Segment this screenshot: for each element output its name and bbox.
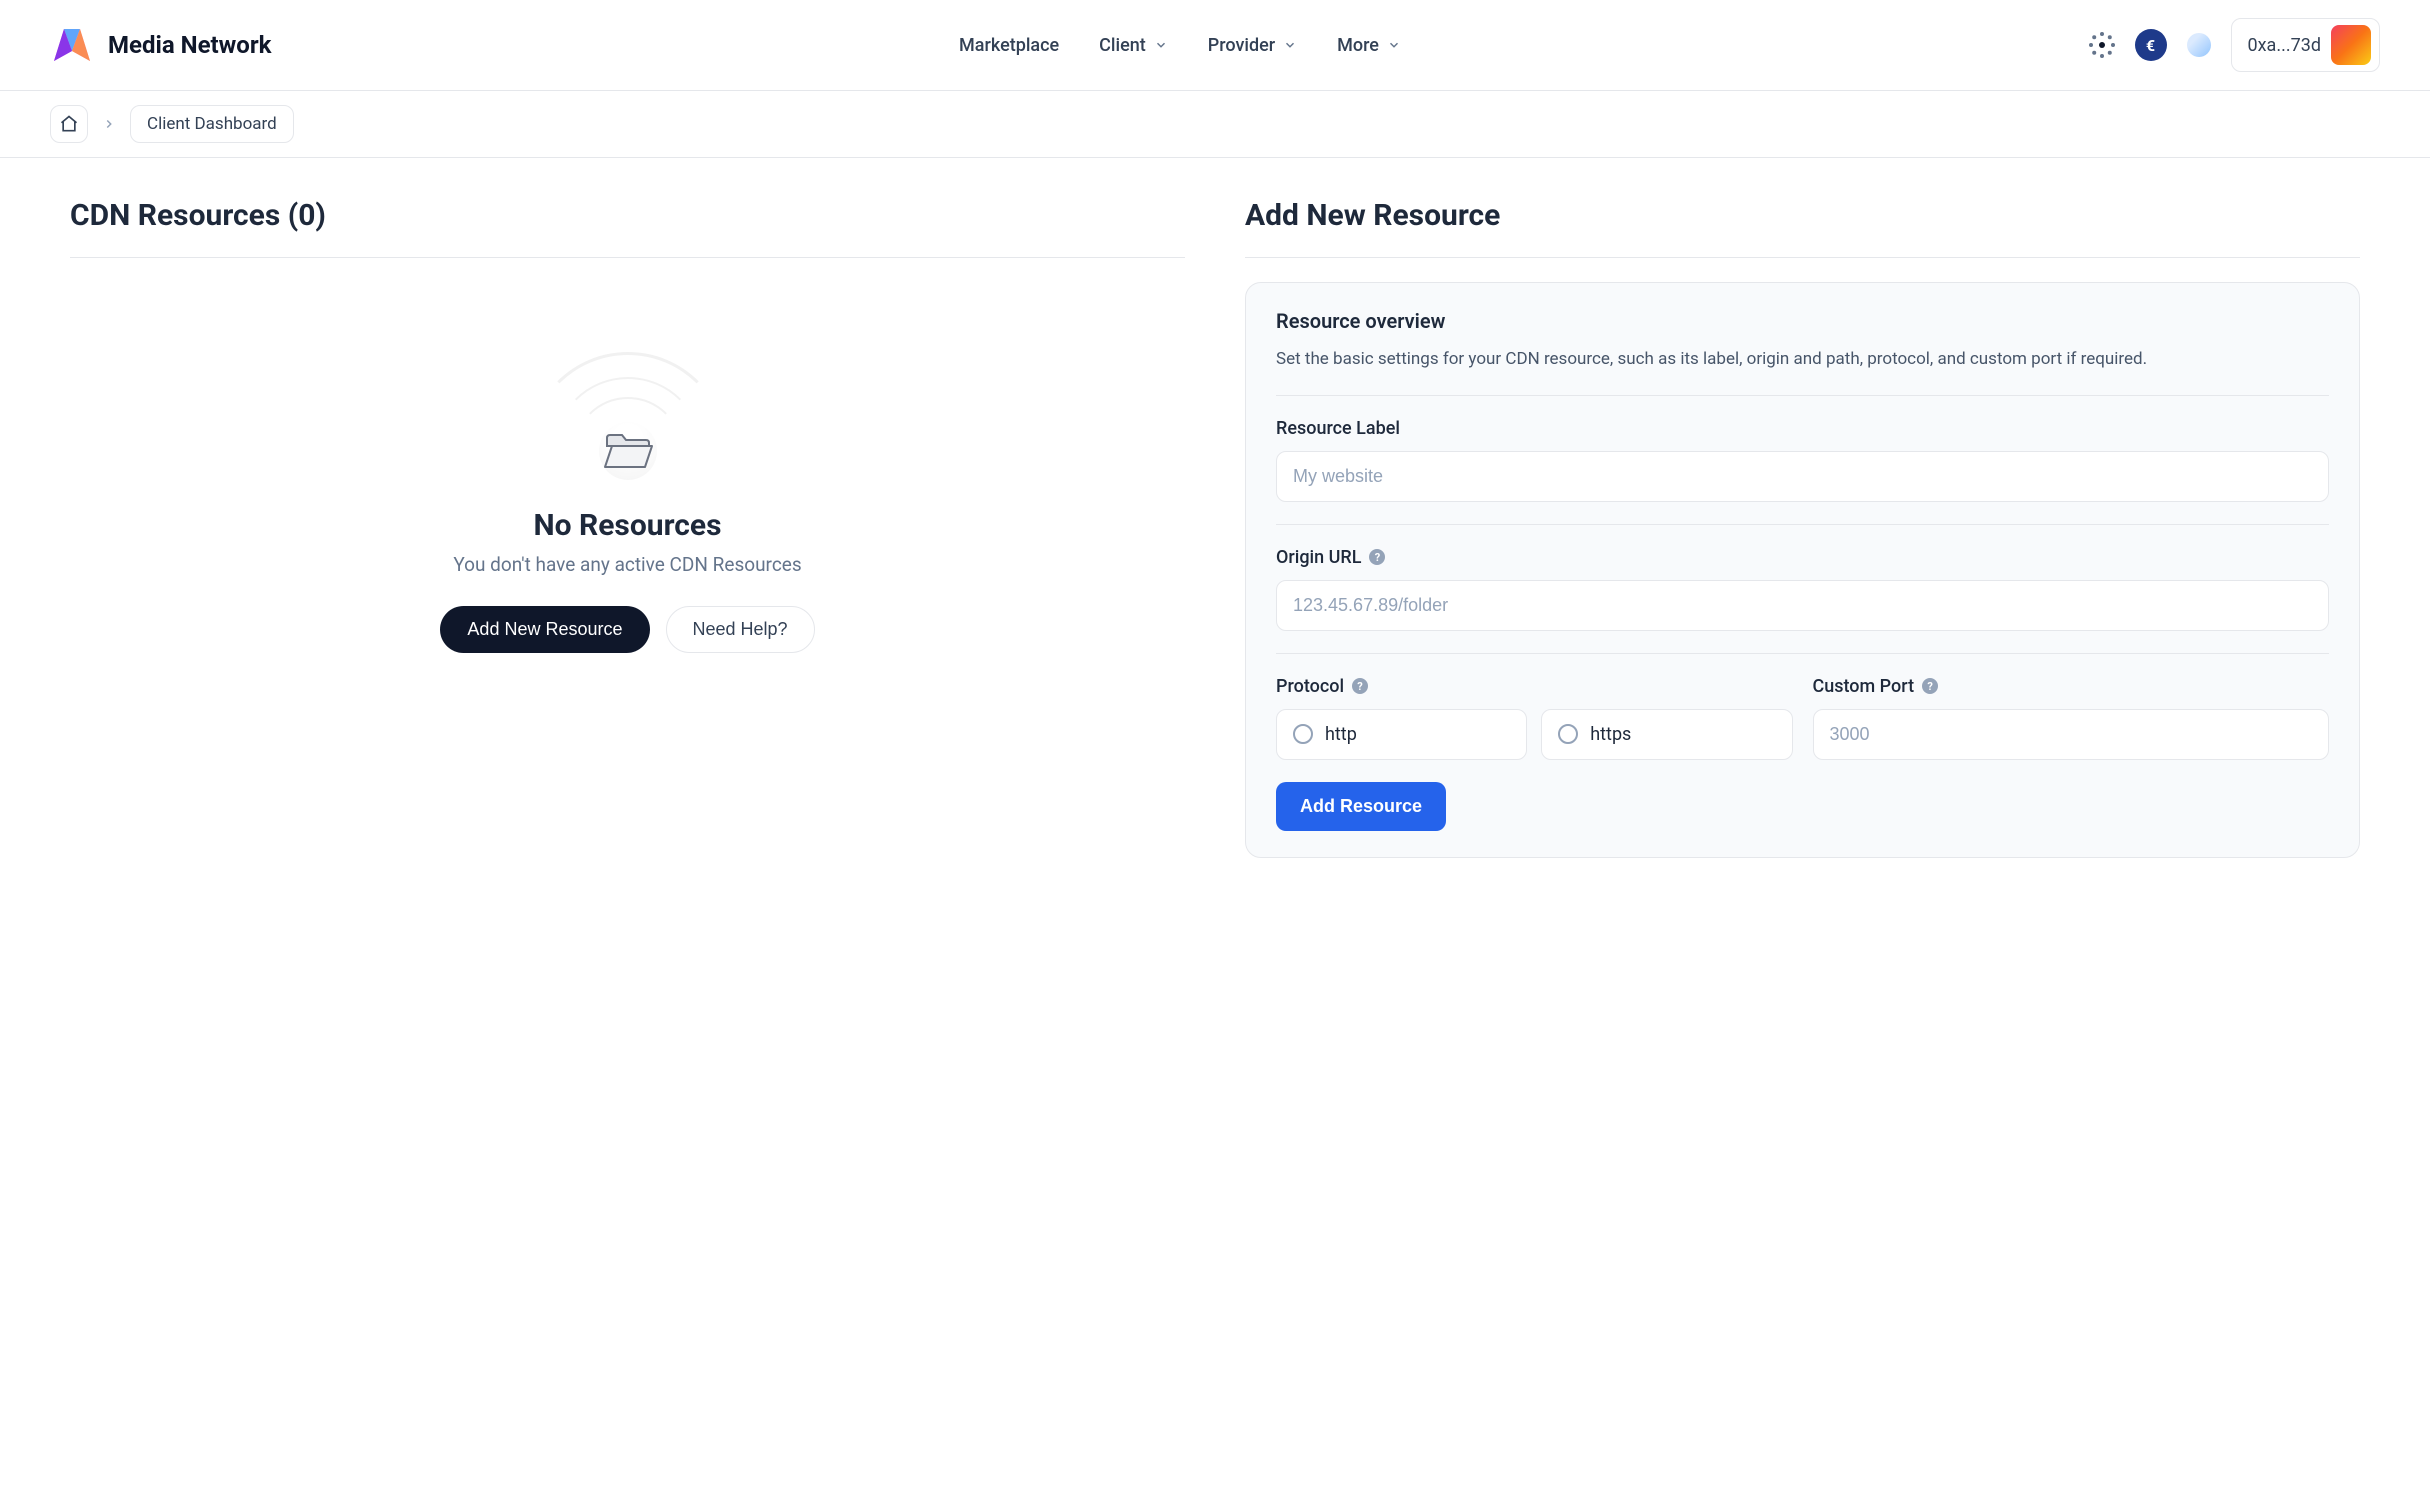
protocol-https-option[interactable]: https bbox=[1541, 709, 1792, 760]
app-header: Media Network Marketplace Client Provide… bbox=[0, 0, 2430, 91]
theme-toggle-icon[interactable] bbox=[2187, 33, 2211, 57]
custom-port-input[interactable] bbox=[1813, 709, 2330, 760]
protocol-label: Protocol ? bbox=[1276, 676, 1793, 697]
nav-client[interactable]: Client bbox=[1099, 35, 1168, 56]
logo-icon bbox=[50, 23, 94, 67]
nav-provider-label: Provider bbox=[1208, 35, 1275, 56]
help-icon[interactable]: ? bbox=[1369, 549, 1385, 565]
protocol-https-label: https bbox=[1590, 724, 1631, 745]
header-right: € 0xa...73d bbox=[2089, 18, 2380, 72]
help-icon[interactable]: ? bbox=[1352, 678, 1368, 694]
wallet-avatar bbox=[2331, 25, 2371, 65]
nav-client-label: Client bbox=[1099, 35, 1146, 56]
origin-url-input[interactable] bbox=[1276, 580, 2329, 631]
nav-marketplace-label: Marketplace bbox=[959, 35, 1059, 56]
radio-icon bbox=[1558, 724, 1578, 744]
header-left: Media Network bbox=[50, 23, 271, 67]
add-resource-title: Add New Resource bbox=[1245, 198, 2360, 258]
submit-add-resource-button[interactable]: Add Resource bbox=[1276, 782, 1446, 831]
protocol-port-row: Protocol ? http https bbox=[1276, 676, 2329, 768]
nav-marketplace[interactable]: Marketplace bbox=[959, 35, 1059, 56]
panel-title: Resource overview bbox=[1276, 309, 2329, 333]
chevron-down-icon bbox=[1154, 38, 1168, 52]
network-status-icon[interactable] bbox=[2089, 32, 2115, 58]
home-icon bbox=[59, 114, 79, 134]
currency-badge[interactable]: € bbox=[2135, 29, 2167, 61]
origin-url-text: Origin URL bbox=[1276, 547, 1361, 568]
currency-symbol: € bbox=[2146, 36, 2155, 55]
resource-label-field: Resource Label bbox=[1276, 418, 2329, 525]
wallet-address: 0xa...73d bbox=[2248, 35, 2321, 56]
add-resource-button[interactable]: Add New Resource bbox=[440, 606, 649, 653]
protocol-text: Protocol bbox=[1276, 676, 1344, 697]
protocol-field: Protocol ? http https bbox=[1276, 676, 1793, 760]
custom-port-text: Custom Port bbox=[1813, 676, 1915, 697]
home-button[interactable] bbox=[50, 105, 88, 143]
protocol-http-option[interactable]: http bbox=[1276, 709, 1527, 760]
radio-icon bbox=[1293, 724, 1313, 744]
nav-more-label: More bbox=[1337, 35, 1379, 56]
brand-logo[interactable]: Media Network bbox=[50, 23, 271, 67]
custom-port-field: Custom Port ? bbox=[1813, 676, 2330, 760]
empty-actions: Add New Resource Need Help? bbox=[440, 606, 814, 653]
main-nav: Marketplace Client Provider More bbox=[959, 35, 1401, 56]
help-icon[interactable]: ? bbox=[1922, 678, 1938, 694]
add-resource-section: Add New Resource Resource overview Set t… bbox=[1245, 198, 2360, 858]
resource-form-panel: Resource overview Set the basic settings… bbox=[1245, 282, 2360, 858]
chevron-down-icon bbox=[1387, 38, 1401, 52]
empty-subtitle: You don't have any active CDN Resources bbox=[453, 553, 801, 576]
empty-illustration bbox=[528, 322, 728, 482]
resource-label-input[interactable] bbox=[1276, 451, 2329, 502]
protocol-radio-group: http https bbox=[1276, 709, 1793, 760]
breadcrumb-current[interactable]: Client Dashboard bbox=[130, 105, 294, 143]
origin-url-field: Origin URL ? bbox=[1276, 547, 2329, 654]
resources-section: CDN Resources (0) No Resources You don't… bbox=[70, 198, 1185, 653]
chevron-right-icon bbox=[102, 117, 116, 131]
panel-description: Set the basic settings for your CDN reso… bbox=[1276, 347, 2329, 396]
breadcrumb: Client Dashboard bbox=[0, 91, 2430, 158]
resource-label-label: Resource Label bbox=[1276, 418, 2329, 439]
protocol-http-label: http bbox=[1325, 724, 1357, 745]
nav-more[interactable]: More bbox=[1337, 35, 1401, 56]
main-content: CDN Resources (0) No Resources You don't… bbox=[0, 158, 2430, 898]
resources-title: CDN Resources (0) bbox=[70, 198, 1185, 258]
resource-label-text: Resource Label bbox=[1276, 418, 1400, 439]
empty-state: No Resources You don't have any active C… bbox=[70, 282, 1185, 653]
brand-name: Media Network bbox=[108, 31, 271, 59]
custom-port-label: Custom Port ? bbox=[1813, 676, 2330, 697]
wallet-button[interactable]: 0xa...73d bbox=[2231, 18, 2380, 72]
origin-url-label: Origin URL ? bbox=[1276, 547, 2329, 568]
need-help-button[interactable]: Need Help? bbox=[666, 606, 815, 653]
folder-open-icon bbox=[603, 430, 653, 474]
chevron-down-icon bbox=[1283, 38, 1297, 52]
nav-provider[interactable]: Provider bbox=[1208, 35, 1297, 56]
